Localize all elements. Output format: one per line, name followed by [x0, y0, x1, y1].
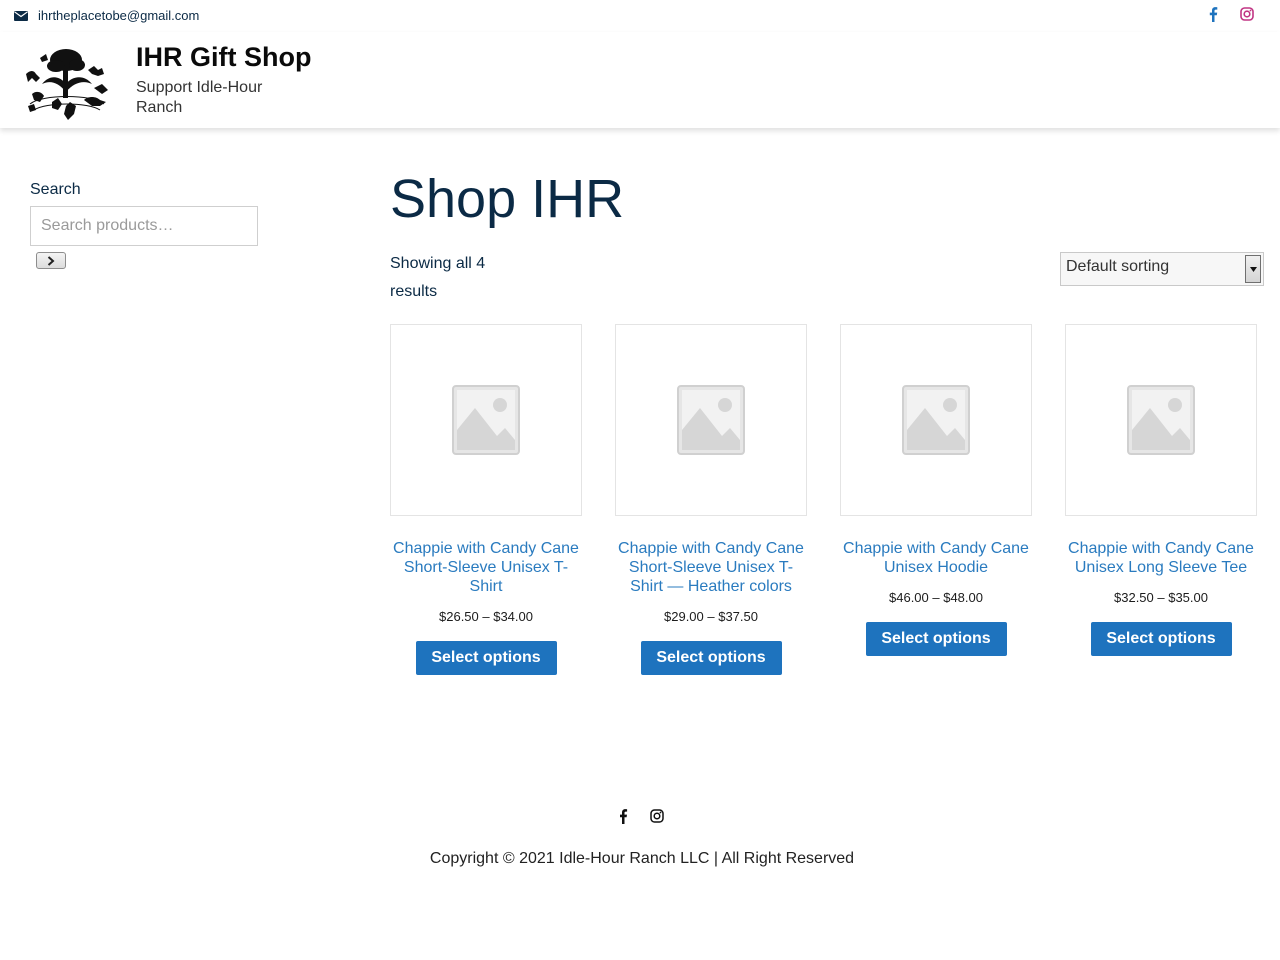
page-title: Shop IHR: [390, 169, 625, 229]
chevron-down-icon: [1249, 266, 1257, 272]
email-text: ihrtheplacetobe@gmail.com: [38, 8, 200, 23]
product-name-link[interactable]: Chappie with Candy Cane Unisex Long Slee…: [1065, 539, 1257, 577]
product-thumbnail[interactable]: [840, 324, 1032, 516]
instagram-icon[interactable]: [1240, 7, 1254, 21]
top-bar: ihrtheplacetobe@gmail.com: [0, 0, 1280, 32]
search-label: Search: [30, 181, 81, 198]
image-placeholder-icon: [677, 385, 745, 455]
select-options-button[interactable]: Select options: [415, 641, 557, 675]
dropdown-arrow[interactable]: [1245, 255, 1261, 283]
result-count: Showing all 4 results: [390, 255, 486, 300]
envelope-icon: [14, 10, 28, 21]
site-title[interactable]: IHR Gift Shop: [136, 42, 311, 73]
select-options-button[interactable]: Select options: [640, 641, 782, 675]
product-card: Chappie with Candy Cane Short-Sleeve Uni…: [390, 324, 582, 675]
select-options-button[interactable]: Select options: [1090, 622, 1232, 656]
product-price: $46.00 – $48.00: [889, 590, 983, 605]
footer-instagram-icon[interactable]: [650, 809, 664, 823]
product-card: Chappie with Candy Cane Unisex Long Slee…: [1065, 324, 1257, 656]
product-price: $26.50 – $34.00: [439, 609, 533, 624]
footer-facebook-icon[interactable]: [618, 808, 628, 824]
product-name-link[interactable]: Chappie with Candy Cane Unisex Hoodie: [840, 539, 1032, 577]
product-name-link[interactable]: Chappie with Candy Cane Short-Sleeve Uni…: [615, 539, 807, 596]
image-placeholder-icon: [452, 385, 520, 455]
site-header: IHR Gift Shop Support Idle-Hour Ranch: [0, 32, 1280, 128]
email-link[interactable]: ihrtheplacetobe@gmail.com: [14, 8, 199, 23]
image-placeholder-icon: [1127, 385, 1195, 455]
product-price: $32.50 – $35.00: [1114, 590, 1208, 605]
site-logo[interactable]: [22, 44, 110, 122]
copyright-text: Copyright © 2021 Idle-Hour Ranch LLC | A…: [429, 850, 855, 867]
search-button[interactable]: [36, 252, 66, 269]
product-thumbnail[interactable]: [1065, 324, 1257, 516]
product-thumbnail[interactable]: [615, 324, 807, 516]
sort-selected-value: Default sorting: [1066, 258, 1170, 275]
product-name-link[interactable]: Chappie with Candy Cane Short-Sleeve Uni…: [390, 539, 582, 596]
product-price: $29.00 – $37.50: [664, 609, 758, 624]
sort-select[interactable]: Default sorting: [1060, 252, 1264, 286]
product-card: Chappie with Candy Cane Unisex Hoodie $4…: [840, 324, 1032, 656]
product-thumbnail[interactable]: [390, 324, 582, 516]
select-options-button[interactable]: Select options: [865, 622, 1007, 656]
chevron-right-icon: [47, 255, 55, 266]
product-card: Chappie with Candy Cane Short-Sleeve Uni…: [615, 324, 807, 675]
search-input[interactable]: [30, 206, 258, 246]
image-placeholder-icon: [902, 385, 970, 455]
site-tagline: Support Idle-Hour Ranch: [136, 79, 263, 116]
facebook-icon[interactable]: [1206, 6, 1220, 22]
